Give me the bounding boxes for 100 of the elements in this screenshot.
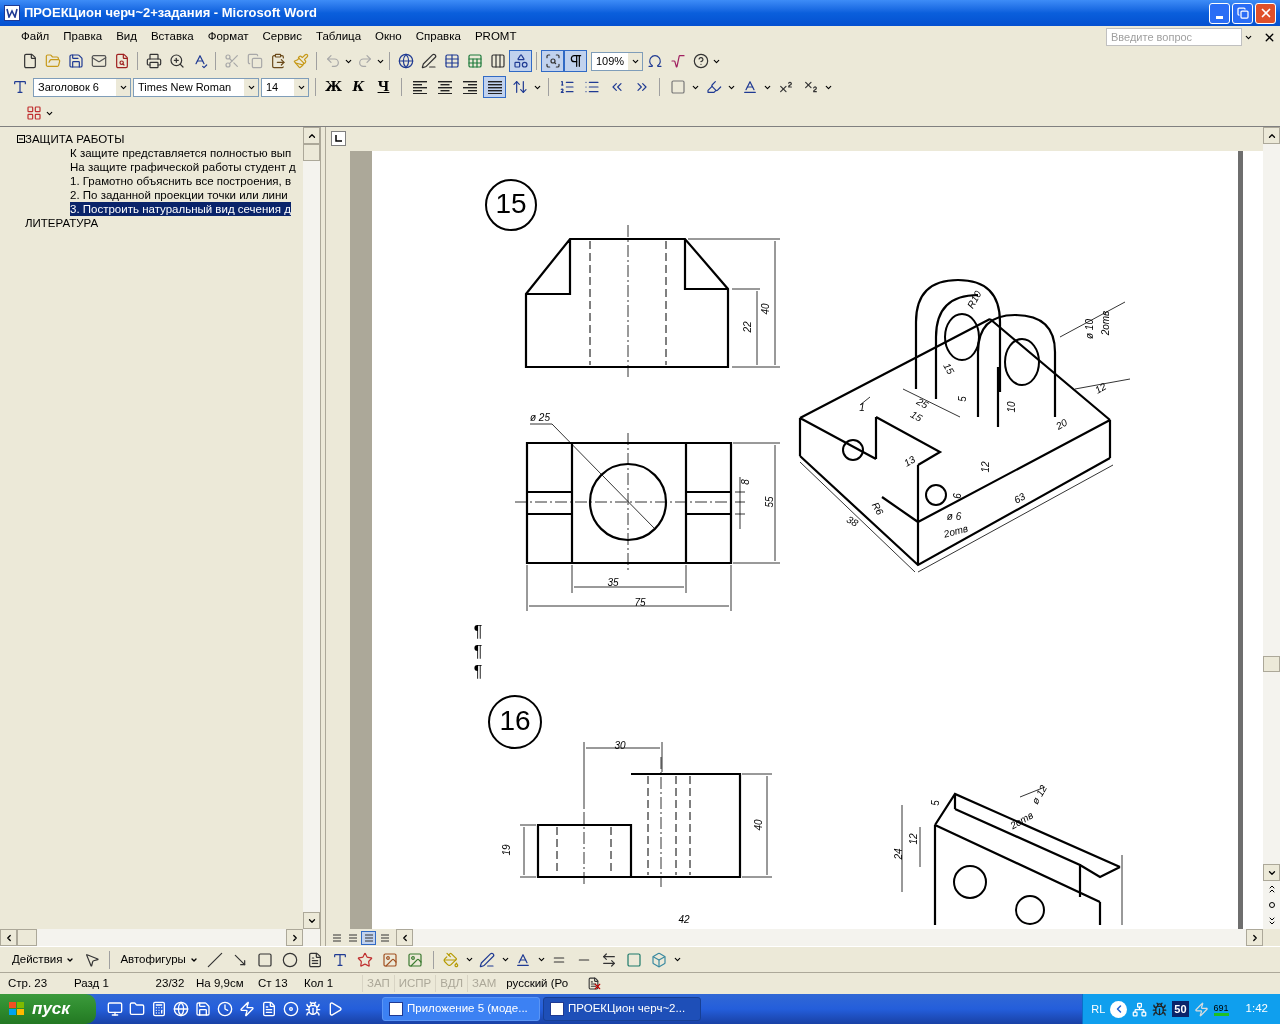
- zoom-dropdown[interactable]: 109%: [591, 51, 643, 71]
- menu-item[interactable]: Окно: [368, 28, 409, 46]
- scroll-up-icon[interactable]: [303, 127, 320, 144]
- menu-item[interactable]: Вставка: [143, 28, 201, 46]
- scroll-up-icon[interactable]: [1263, 127, 1280, 144]
- dimension-label: 15: [908, 408, 924, 424]
- menu-item[interactable]: Файл: [14, 28, 57, 46]
- quick-launch-icon[interactable]: [172, 1000, 190, 1018]
- scroll-left-icon[interactable]: [0, 929, 17, 946]
- column-indicator: Кол 1: [304, 975, 335, 991]
- view-mode-icon[interactable]: [361, 930, 376, 945]
- vertical-scrollbar[interactable]: [303, 127, 320, 929]
- dimension-label: 24: [892, 848, 904, 860]
- dimension-label: ø 25: [530, 411, 550, 423]
- style-dropdown[interactable]: Заголовок 6: [33, 77, 131, 97]
- scroll-thumb[interactable]: [17, 929, 37, 946]
- quick-launch-icon[interactable]: [216, 1000, 234, 1018]
- shapes-icon[interactable]: [509, 50, 532, 72]
- scroll-left-icon[interactable]: [396, 929, 413, 946]
- menu-item[interactable]: Справка: [408, 28, 468, 46]
- dimension-label: 40: [759, 303, 771, 315]
- autoshapes-menu[interactable]: Автофигуры: [116, 950, 202, 969]
- next-page-icon[interactable]: [1267, 915, 1276, 927]
- dimension-label: 10: [1005, 401, 1017, 413]
- tab-stop-icon[interactable]: [330, 131, 346, 146]
- quick-launch-icon[interactable]: [194, 1000, 212, 1018]
- dimension-label: 25: [914, 395, 930, 411]
- start-button[interactable]: пуск: [0, 994, 96, 1024]
- dimension-label: 75: [634, 596, 646, 608]
- dimension-label: 42: [678, 913, 690, 925]
- horizontal-scrollbar[interactable]: [396, 929, 1263, 946]
- scroll-right-icon[interactable]: [286, 929, 303, 946]
- horizontal-scrollbar[interactable]: [0, 929, 320, 946]
- dimension-label: 2отв: [942, 522, 970, 540]
- scroll-thumb[interactable]: [1263, 656, 1280, 672]
- quick-launch-icon[interactable]: [150, 1000, 168, 1018]
- font-dropdown[interactable]: Times New Roman: [133, 77, 259, 97]
- outline-item[interactable]: К защите представляется полностью вып: [70, 146, 292, 160]
- outline-item[interactable]: На защите графической работы студент д: [70, 160, 296, 174]
- taskbar-button[interactable]: ПРОЕКЦион черч~2...: [543, 997, 701, 1021]
- dimension-label: ø 12: [1029, 783, 1049, 806]
- document-map-icon[interactable]: [541, 50, 564, 72]
- outline-item[interactable]: ЛИТЕРАТУРА: [25, 216, 99, 230]
- minimize-icon[interactable]: [1209, 2, 1230, 24]
- caret-icon[interactable]: [672, 955, 682, 964]
- dimension-label: 55: [763, 496, 775, 508]
- bug-icon[interactable]: [1152, 1001, 1168, 1017]
- dimension-label: 19: [500, 844, 512, 856]
- dimension-label: 8: [739, 479, 751, 485]
- previous-page-icon[interactable]: [1267, 883, 1276, 895]
- quick-launch-icon[interactable]: [106, 1000, 124, 1018]
- quick-launch-icon[interactable]: [304, 1000, 322, 1018]
- tray-badge[interactable]: 50: [1172, 1000, 1189, 1018]
- caret-icon[interactable]: [500, 955, 510, 964]
- outline-item[interactable]: 3. Построить натуральный вид сечения д: [70, 202, 291, 216]
- caret-icon[interactable]: [464, 955, 474, 964]
- dimension-label: 5: [956, 396, 968, 402]
- help-search-field[interactable]: Введите вопрос: [1106, 28, 1242, 46]
- caret-icon[interactable]: [536, 955, 546, 964]
- actions-menu[interactable]: Действия: [8, 950, 79, 969]
- dimension-label: 20: [1054, 416, 1070, 432]
- quick-launch-icon[interactable]: [238, 1000, 256, 1018]
- dimension-label: R6: [869, 500, 886, 517]
- collapse-icon[interactable]: [17, 135, 25, 143]
- scroll-down-icon[interactable]: [303, 912, 320, 929]
- underline-button[interactable]: Ч: [372, 76, 395, 98]
- italic-button[interactable]: К: [347, 76, 370, 98]
- outline-item[interactable]: 2. По заданной проекции точки или лини: [70, 188, 288, 202]
- dimension-label: 2отв: [1099, 310, 1111, 336]
- bold-button[interactable]: Ж: [322, 76, 345, 98]
- dimension-label: 38: [844, 513, 860, 529]
- dimension-label: 63: [1012, 490, 1028, 506]
- restore-icon[interactable]: [1232, 2, 1253, 24]
- chevron-left-icon[interactable]: [1110, 1000, 1128, 1018]
- scroll-thumb[interactable]: [303, 144, 320, 161]
- taskbar-button[interactable]: Приложение 5 (моде...: [382, 997, 540, 1021]
- dimension-label: 13: [902, 453, 918, 469]
- font-size-dropdown[interactable]: 14: [261, 77, 309, 97]
- quick-launch-icon[interactable]: [282, 1000, 300, 1018]
- dimension-label: 12: [907, 833, 919, 845]
- dimension-label: 12: [979, 461, 991, 473]
- network-icon[interactable]: [1132, 1001, 1148, 1017]
- menu-item[interactable]: Формат: [200, 28, 256, 46]
- dimension-label: ø 10: [1083, 319, 1095, 339]
- menu-item[interactable]: Правка: [56, 28, 110, 46]
- menu-item[interactable]: Вид: [109, 28, 144, 46]
- quick-launch-icon[interactable]: [260, 1000, 278, 1018]
- section-indicator: Разд 1: [74, 975, 110, 991]
- menu-item[interactable]: PROMT: [467, 28, 524, 46]
- scroll-right-icon[interactable]: [1246, 929, 1263, 946]
- tray-counter[interactable]: 691: [1213, 1002, 1229, 1016]
- quick-launch-icon[interactable]: [128, 1000, 146, 1018]
- scroll-down-icon[interactable]: [1263, 864, 1280, 881]
- menu-item[interactable]: Сервис: [255, 28, 309, 46]
- outline-item[interactable]: 1. Грамотно объяснить все построения, в: [70, 174, 292, 188]
- pilcrow-icon[interactable]: [564, 50, 587, 72]
- outline-item[interactable]: ЗАЩИТА РАБОТЫ: [25, 132, 125, 146]
- justify-icon[interactable]: [483, 76, 506, 98]
- menu-item[interactable]: Таблица: [308, 28, 369, 46]
- position-indicator: На 9,9см: [196, 975, 245, 991]
